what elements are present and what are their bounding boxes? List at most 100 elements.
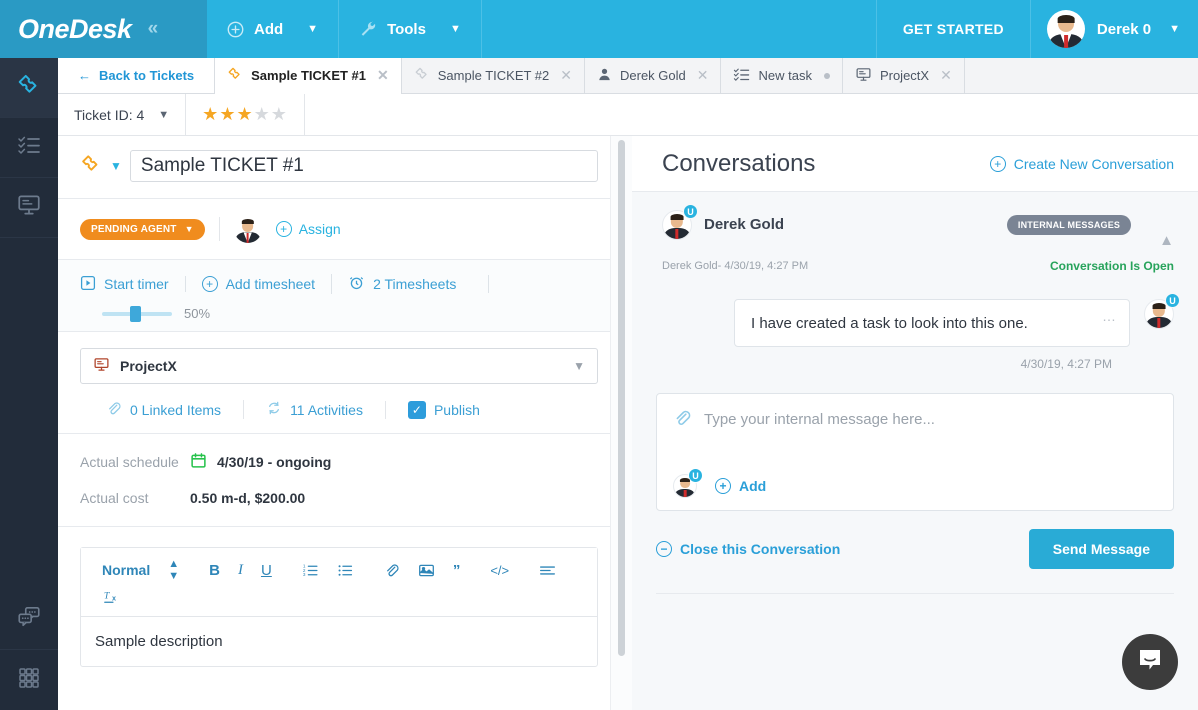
add-timesheet-button[interactable]: + Add timesheet <box>185 276 332 292</box>
sidebar-item-projects[interactable] <box>0 178 58 238</box>
priority-stars[interactable]: ★★★★★ <box>186 94 305 135</box>
sidebar-item-messages[interactable] <box>0 590 58 650</box>
checkbox-checked-icon[interactable]: ✓ <box>408 401 426 419</box>
format-updown-icon[interactable]: ▲▼ <box>159 558 188 582</box>
star-1-icon[interactable]: ★ <box>202 104 219 124</box>
create-conversation-button[interactable]: + Create New Conversation <box>990 156 1174 172</box>
sidebar-item-apps[interactable] <box>0 650 58 710</box>
tab-projectx[interactable]: ProjectX ✕ <box>843 58 965 93</box>
star-3-icon[interactable]: ★ <box>236 104 253 124</box>
chevron-down-icon: ▼ <box>158 109 169 121</box>
composer-input-row: Type your internal message here... <box>673 408 1157 431</box>
clear-format-icon[interactable]: Tx <box>93 584 585 608</box>
publish-toggle[interactable]: ✓ Publish <box>385 401 502 419</box>
tab-label: Derek Gold <box>620 68 686 83</box>
ticket-icon <box>227 66 243 85</box>
close-icon[interactable]: ✕ <box>377 67 389 84</box>
assign-button[interactable]: + Assign <box>276 221 341 237</box>
code-icon[interactable]: </> <box>481 558 518 582</box>
image-icon[interactable] <box>409 558 444 582</box>
align-icon[interactable] <box>530 558 565 582</box>
add-menu-button[interactable]: Add ▼ <box>207 0 339 58</box>
field-value-wrap[interactable]: 4/30/19 - ongoing <box>190 452 331 472</box>
thread-author: Derek Gold <box>704 216 784 233</box>
star-4-icon[interactable]: ★ <box>254 104 271 124</box>
project-select[interactable]: ProjectX ▼ <box>80 348 598 384</box>
activities-button[interactable]: 11 Activities <box>243 400 385 419</box>
divider <box>219 217 220 241</box>
progress-slider-row: 50% <box>80 306 598 321</box>
chevron-down-icon[interactable]: ▼ <box>110 159 122 173</box>
sidebar-item-tickets[interactable] <box>0 58 58 118</box>
get-started-button[interactable]: GET STARTED <box>876 0 1030 58</box>
tab-derek-gold[interactable]: Derek Gold ✕ <box>585 58 721 93</box>
link-icon[interactable] <box>375 558 409 582</box>
plus-circle-icon: + <box>990 156 1006 172</box>
ticket-title-input[interactable] <box>130 150 598 182</box>
bullet-list-icon[interactable] <box>328 558 363 582</box>
app-logo: OneDesk <box>18 14 132 45</box>
blockquote-icon[interactable]: ” <box>444 558 470 582</box>
ticket-icon <box>414 66 430 85</box>
detail-links-row: 0 Linked Items 11 Activities ✓ Publish <box>80 400 598 419</box>
send-message-button[interactable]: Send Message <box>1029 529 1174 569</box>
close-icon[interactable]: ✕ <box>560 67 572 84</box>
ordered-list-icon[interactable]: 123 <box>293 558 328 582</box>
conversation-thread: U Derek Gold INTERNAL MESSAGES ▲ Derek G… <box>632 192 1198 371</box>
description-body[interactable]: Sample description <box>81 617 597 666</box>
close-conversation-button[interactable]: − Close this Conversation <box>656 541 840 557</box>
bold-icon[interactable]: B <box>200 558 229 582</box>
ticket-id-label: Ticket ID: 4 <box>74 107 144 123</box>
chat-bubbles-icon <box>16 604 42 635</box>
ticket-icon <box>80 153 102 180</box>
ticket-id-dropdown[interactable]: Ticket ID: 4 ▼ <box>58 94 186 135</box>
thread-meta: Derek Gold- 4/30/19, 4:27 PM <box>662 260 808 272</box>
star-5-icon[interactable]: ★ <box>271 104 288 124</box>
slider-handle[interactable] <box>130 306 141 322</box>
detail-scrollbar[interactable] <box>618 140 625 656</box>
chevron-up-icon[interactable]: ▲ <box>1159 232 1174 249</box>
progress-slider[interactable] <box>102 312 172 316</box>
tools-menu-button[interactable]: Tools ▼ <box>339 0 482 58</box>
close-icon[interactable]: ✕ <box>697 67 709 84</box>
assignee-avatar[interactable] <box>234 215 262 243</box>
paperclip-icon[interactable] <box>673 408 692 431</box>
star-rating[interactable]: ★★★★★ <box>202 104 288 125</box>
top-navigation-bar: OneDesk « Add ▼ Tools ▼ GET STARTED Der <box>0 0 1198 58</box>
back-to-tickets-button[interactable]: ← Back to Tickets <box>58 58 215 93</box>
start-timer-button[interactable]: Start timer <box>80 275 185 294</box>
format-select[interactable]: Normal <box>93 558 159 582</box>
chevron-down-icon: ▼ <box>1169 23 1180 35</box>
user-menu-button[interactable]: Derek 0 ▼ <box>1030 0 1198 58</box>
tab-new-task[interactable]: New task <box>721 58 842 93</box>
timesheets-button[interactable]: 2 Timesheets <box>331 274 472 294</box>
message-composer[interactable]: Type your internal message here... U + A… <box>656 393 1174 511</box>
more-options-icon[interactable]: … <box>1102 308 1117 324</box>
ticket-title-row: ▼ <box>58 136 620 199</box>
close-conversation-label: Close this Conversation <box>680 541 840 557</box>
tab-sample-ticket-1[interactable]: Sample TICKET #1 ✕ <box>215 58 402 93</box>
close-icon[interactable]: ✕ <box>940 67 952 84</box>
avatar <box>1047 10 1085 48</box>
tab-sample-ticket-2[interactable]: Sample TICKET #2 ✕ <box>402 58 585 93</box>
sidebar-item-tasks[interactable] <box>0 118 58 178</box>
linked-items-button[interactable]: 0 Linked Items <box>80 400 243 419</box>
add-timesheet-label: Add timesheet <box>226 276 316 292</box>
tab-strip: ← Back to Tickets Sample TICKET #1 ✕ Sam… <box>58 58 1198 94</box>
user-type-badge: U <box>688 468 703 483</box>
collapse-sidebar-icon[interactable]: « <box>148 18 159 40</box>
star-2-icon[interactable]: ★ <box>219 104 236 124</box>
italic-icon[interactable]: I <box>229 558 252 582</box>
add-participant-button[interactable]: + Add <box>715 478 766 494</box>
add-menu-label: Add <box>254 21 283 38</box>
intercom-chat-launcher[interactable] <box>1122 634 1178 690</box>
progress-label: 50% <box>184 306 210 321</box>
message-bubble[interactable]: I have created a task to look into this … <box>734 299 1130 347</box>
underline-icon[interactable]: U <box>252 558 281 582</box>
checklist-icon <box>17 133 41 162</box>
composer-avatar-wrap: U <box>673 474 697 498</box>
arrow-left-icon: ← <box>78 68 91 83</box>
editor-toolbar: Normal ▲▼ B I U 123 <box>81 548 597 617</box>
tab-label: New task <box>758 68 811 83</box>
status-badge[interactable]: PENDING AGENT ▼ <box>80 219 205 240</box>
